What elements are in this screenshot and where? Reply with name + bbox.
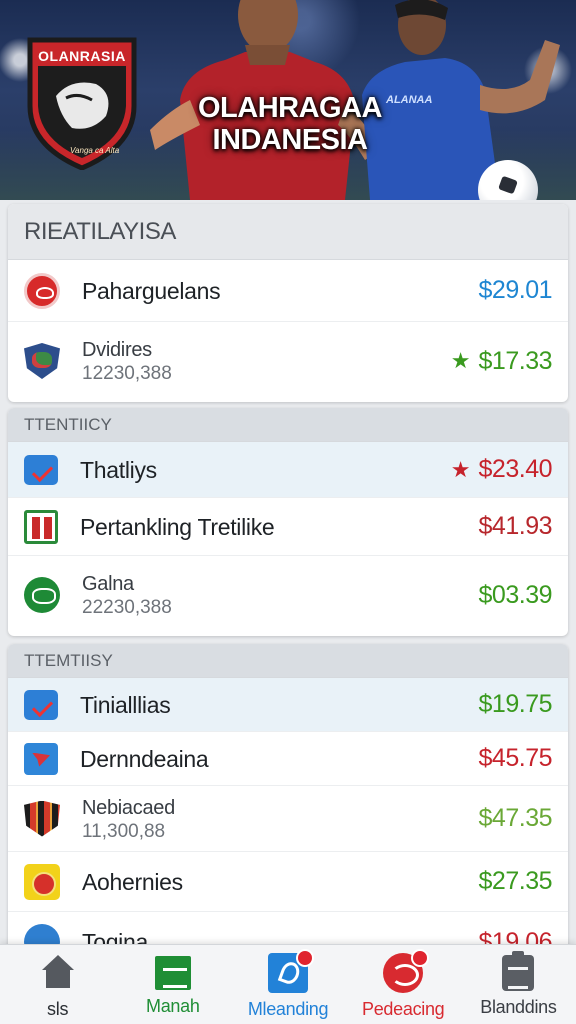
list-item[interactable]: Nebiacaed 11,300,88 $47.35 [8,786,568,852]
hero-title: OLAHRAGAA INDANESIA [198,92,383,156]
item-name: Thatliys [80,456,157,483]
item-meta: 12230,388 [82,363,172,384]
shield-crest-icon [24,343,60,379]
home-icon [38,953,78,993]
blue-tile-crest-icon [24,742,58,775]
nav-label: Manah [146,996,200,1016]
item-name: Dernndeaina [80,745,209,772]
section-header: RIEATILAYISA [8,204,568,260]
leaf-icon [268,949,314,993]
item-price: $47.35 [478,804,553,832]
clipboard-icon [502,951,535,991]
list-item[interactable]: Tinialllias $19.75 [8,678,568,732]
item-name: Paharguelans [82,277,221,304]
crest-motto: Vanga ca Alta [70,146,120,155]
star-icon[interactable]: ★ [451,348,471,374]
nav-label: Mleanding [247,999,329,1019]
yellow-crest-icon [24,863,60,900]
list-item[interactable]: Dernndeaina $45.75 [8,732,568,786]
section-header: TTEMTIISY [8,644,568,678]
item-meta: 22230,388 [82,597,172,618]
item-price: $41.93 [478,512,553,540]
section-card-1: RIEATILAYISA Paharguelans $29.01 Dvidire… [8,204,568,402]
item-name: Nebiacaed [82,796,175,819]
nav-label: sls [47,999,69,1019]
crest-name: OLANRASIA [38,48,126,64]
section-card-3: TTEMTIISY Tinialllias $19.75 Dernndeaina… [8,644,568,964]
item-name: Aohernies [82,868,183,895]
striped-shield-icon [24,800,60,837]
checkbox-icon[interactable] [24,689,58,720]
nav-item-clipboard[interactable]: Blanddins [461,945,576,1024]
item-price: $23.40 [478,455,553,483]
checkbox-icon[interactable] [24,454,58,485]
section-card-2: TTENTIICY Thatliys ★ $23.40 Pertankling … [8,408,568,636]
item-name: Dvidires [82,339,152,361]
item-price: $27.35 [478,867,553,895]
item-price: $45.75 [478,744,553,772]
hero-banner: OLANRASIA Vanga ca Alta ALANAA OLAHRAGAA… [0,0,576,200]
list-item[interactable]: Paharguelans $29.01 [8,260,568,322]
green-crest-icon [24,577,60,613]
list-item[interactable]: Thatliys ★ $23.40 [8,442,568,498]
section-header: TTENTIICY [8,408,568,442]
list-item[interactable]: Pertankling Tretilike $41.93 [8,498,568,556]
item-price: $17.33 [478,346,553,375]
jersey-text: ALANAA [386,94,433,106]
star-icon[interactable]: ★ [451,457,471,483]
list-item[interactable]: Aohernies $27.35 [8,852,568,912]
list-icon [154,956,191,990]
nav-item-home[interactable]: sls [0,945,115,1024]
nav-item-ball[interactable]: Pedeacing [346,945,461,1024]
team-crest-red-icon [24,272,60,309]
list-item[interactable]: Galna 22230,388 $03.39 [8,556,568,634]
ball-icon [383,949,430,993]
nav-item-leaf[interactable]: Mleanding [230,945,345,1024]
item-name: Galna [82,573,134,595]
item-price: $19.75 [478,690,553,718]
item-name: Tinialllias [80,691,171,718]
item-meta: 11,300,88 [82,820,166,842]
item-price: $03.39 [478,580,553,609]
flag-crest-icon [24,509,58,544]
bottom-nav: sls Manah Mleanding Pedeacing Blanddins [0,944,576,1024]
item-price: $29.01 [478,276,553,304]
notification-badge [411,949,430,967]
nav-item-list[interactable]: Manah [115,945,230,1024]
list-item[interactable]: Dvidires 12230,388 ★ $17.33 [8,322,568,400]
notification-badge [296,949,314,967]
item-name: Pertankling Tretilike [80,513,275,540]
nav-label: Blanddins [480,997,557,1017]
nav-label: Pedeacing [362,999,445,1019]
